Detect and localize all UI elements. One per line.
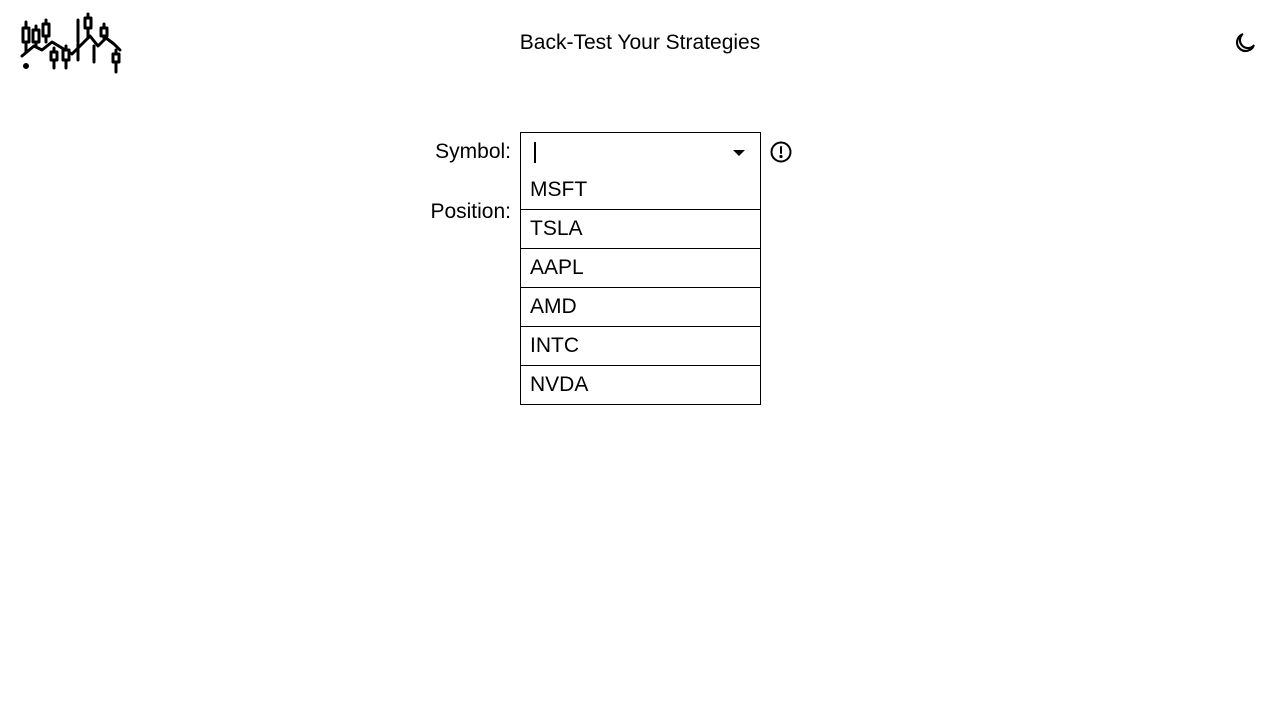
symbol-option[interactable]: MSFT	[520, 171, 761, 210]
symbol-option[interactable]: AMD	[520, 288, 761, 327]
alert-circle-icon	[770, 141, 792, 163]
caret-down-icon[interactable]	[727, 141, 751, 163]
symbol-input[interactable]	[521, 133, 721, 171]
app-header: Back-Test Your Strategies	[0, 0, 1280, 86]
symbol-option[interactable]: AAPL	[520, 249, 761, 288]
page-title: Back-Test Your Strategies	[519, 31, 761, 54]
position-label: Position:	[430, 200, 511, 223]
moon-icon[interactable]	[1232, 30, 1258, 56]
symbol-options-list: MSFT TSLA AAPL AMD INTC NVDA	[520, 171, 761, 405]
text-cursor	[534, 142, 536, 163]
symbol-option[interactable]: INTC	[520, 327, 761, 366]
symbol-label: Symbol:	[435, 140, 511, 163]
symbol-combobox[interactable]	[520, 132, 761, 172]
symbol-option[interactable]: NVDA	[520, 366, 761, 405]
symbol-option[interactable]: TSLA	[520, 210, 761, 249]
